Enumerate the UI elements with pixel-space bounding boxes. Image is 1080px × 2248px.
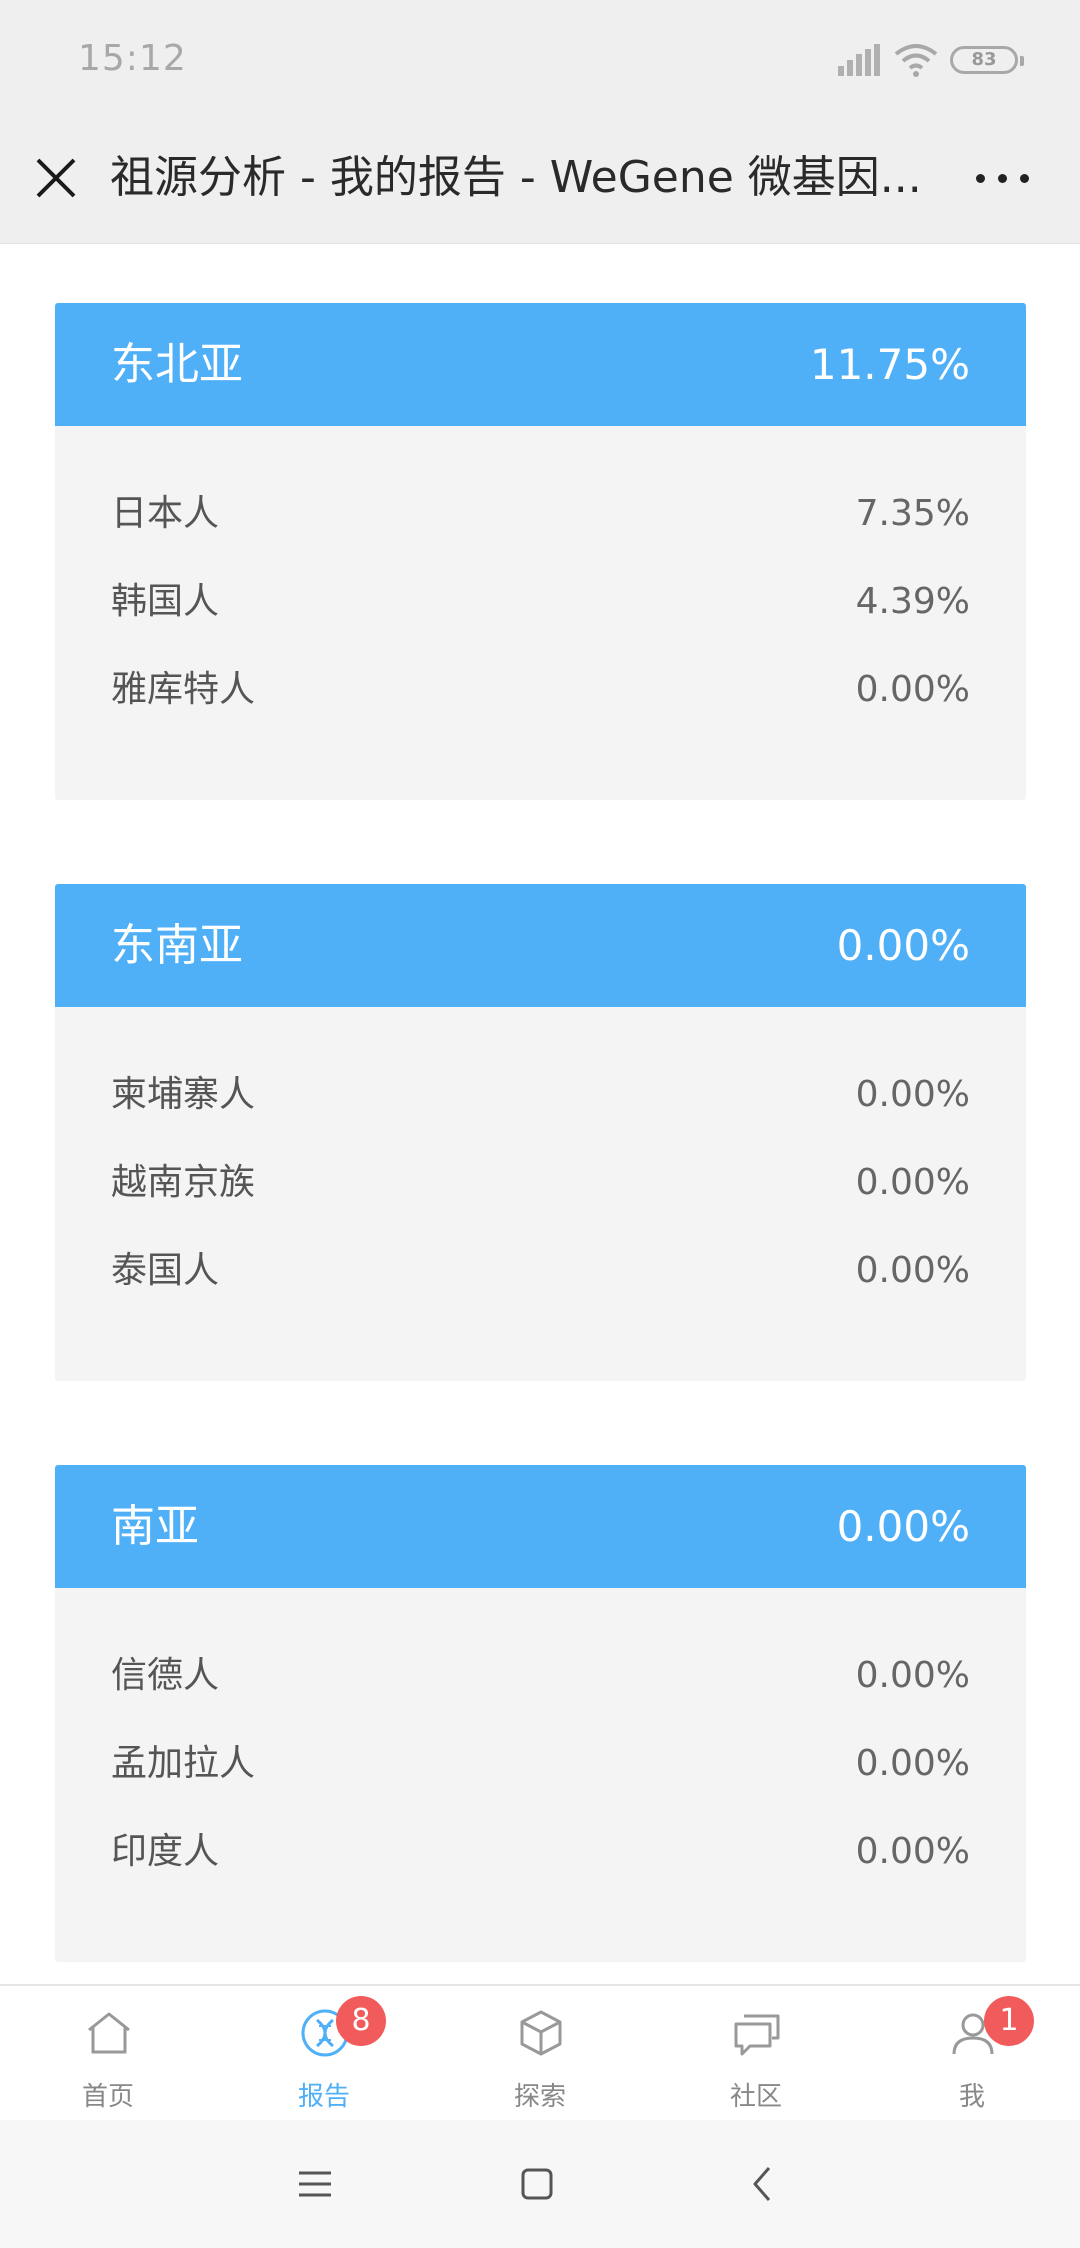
report-content[interactable]: 东北亚 11.75% 日本人 7.35% 韩国人 4.39% 雅库特人 0.00… (0, 244, 1080, 1984)
population-name: 柬埔寨人 (111, 1074, 256, 1115)
close-button[interactable] (26, 148, 86, 208)
more-dot (1020, 174, 1029, 183)
home-square-icon (521, 2168, 553, 2200)
population-percent: 0.00% (855, 1743, 970, 1784)
status-time: 15:12 (78, 38, 187, 79)
population-percent: 7.35% (855, 493, 970, 534)
population-name: 泰国人 (111, 1250, 220, 1291)
status-icons: 83 (838, 40, 1038, 80)
more-dot (998, 174, 1007, 183)
population-name: 雅库特人 (111, 669, 256, 710)
population-name: 印度人 (111, 1831, 220, 1872)
page-title: 祖源分析 - 我的报告 - WeGene 微基因... (110, 152, 922, 203)
tab-report[interactable]: 8 报告 (216, 1986, 432, 2122)
tab-label: 社区 (729, 2082, 782, 2112)
region-name: 东北亚 (111, 339, 243, 390)
region-body: 柬埔寨人 0.00% 越南京族 0.00% 泰国人 0.00% (55, 1007, 1026, 1381)
population-name: 越南京族 (111, 1162, 256, 1203)
population-percent: 0.00% (855, 1831, 970, 1872)
region-percent: 11.75% (809, 340, 970, 389)
population-row: 日本人 7.35% (111, 482, 970, 570)
population-row: 信德人 0.00% (111, 1644, 970, 1732)
home-icon (88, 2012, 130, 2054)
population-name: 孟加拉人 (111, 1743, 256, 1784)
home-button[interactable] (507, 2154, 567, 2214)
population-row: 越南京族 0.00% (111, 1151, 970, 1239)
status-bar: 15:12 83 (0, 0, 1080, 118)
tab-label: 我 (958, 2082, 985, 2112)
battery-icon: 83 (950, 46, 1024, 74)
population-percent: 0.00% (855, 669, 970, 710)
report-badge: 8 (336, 1996, 386, 2046)
population-percent: 0.00% (855, 1250, 970, 1291)
back-icon (753, 2167, 771, 2201)
more-button[interactable] (968, 148, 1038, 208)
tab-me[interactable]: 1 我 (864, 1986, 1080, 2122)
back-button[interactable] (733, 2154, 793, 2214)
me-badge: 1 (984, 1996, 1034, 2046)
region-card: 东南亚 0.00% 柬埔寨人 0.00% 越南京族 0.00% 泰国人 0.00… (55, 884, 1026, 1381)
tab-explore[interactable]: 探索 (432, 1986, 648, 2122)
population-row: 柬埔寨人 0.00% (111, 1063, 970, 1151)
region-header[interactable]: 东南亚 0.00% (55, 884, 1026, 1007)
region-card: 东北亚 11.75% 日本人 7.35% 韩国人 4.39% 雅库特人 0.00… (55, 303, 1026, 800)
population-percent: 0.00% (855, 1655, 970, 1696)
region-name: 南亚 (111, 1501, 199, 1552)
region-header[interactable]: 南亚 0.00% (55, 1465, 1026, 1588)
population-row: 韩国人 4.39% (111, 570, 970, 658)
menu-button[interactable] (285, 2154, 345, 2214)
tab-label: 报告 (297, 2082, 350, 2112)
wifi-icon (894, 44, 938, 77)
chat-icon (734, 2014, 780, 2056)
system-nav-bar (0, 2120, 1080, 2248)
population-percent: 0.00% (855, 1074, 970, 1115)
population-name: 韩国人 (111, 581, 220, 622)
tab-bar: 首页 8 报告 探索 社区 1 我 (0, 1984, 1080, 2120)
app-screen: 15:12 83 祖源分析 - 我的报告 - WeGene 微基因... 东北亚… (0, 0, 1080, 2248)
region-header[interactable]: 东北亚 11.75% (55, 303, 1026, 426)
tab-label: 探索 (513, 2082, 566, 2112)
region-body: 信德人 0.00% 孟加拉人 0.00% 印度人 0.00% (55, 1588, 1026, 1962)
population-row: 孟加拉人 0.00% (111, 1732, 970, 1820)
tab-label: 首页 (81, 2082, 134, 2112)
population-row: 印度人 0.00% (111, 1820, 970, 1908)
population-row: 泰国人 0.00% (111, 1239, 970, 1327)
cube-icon (520, 2010, 562, 2056)
region-percent: 0.00% (836, 921, 970, 970)
signal-icon (838, 44, 880, 76)
menu-icon (299, 2171, 331, 2197)
population-row: 雅库特人 0.00% (111, 658, 970, 746)
tab-community[interactable]: 社区 (648, 1986, 864, 2122)
region-body: 日本人 7.35% 韩国人 4.39% 雅库特人 0.00% (55, 426, 1026, 800)
title-bar: 祖源分析 - 我的报告 - WeGene 微基因... (0, 118, 1080, 244)
population-percent: 4.39% (855, 581, 970, 622)
more-dot (976, 174, 985, 183)
tab-home[interactable]: 首页 (0, 1986, 216, 2122)
close-icon (36, 158, 76, 198)
region-card: 南亚 0.00% 信德人 0.00% 孟加拉人 0.00% 印度人 0.00% (55, 1465, 1026, 1962)
population-name: 日本人 (111, 493, 220, 534)
population-percent: 0.00% (855, 1162, 970, 1203)
population-name: 信德人 (111, 1655, 220, 1696)
region-percent: 0.00% (836, 1502, 970, 1551)
region-name: 东南亚 (111, 920, 243, 971)
